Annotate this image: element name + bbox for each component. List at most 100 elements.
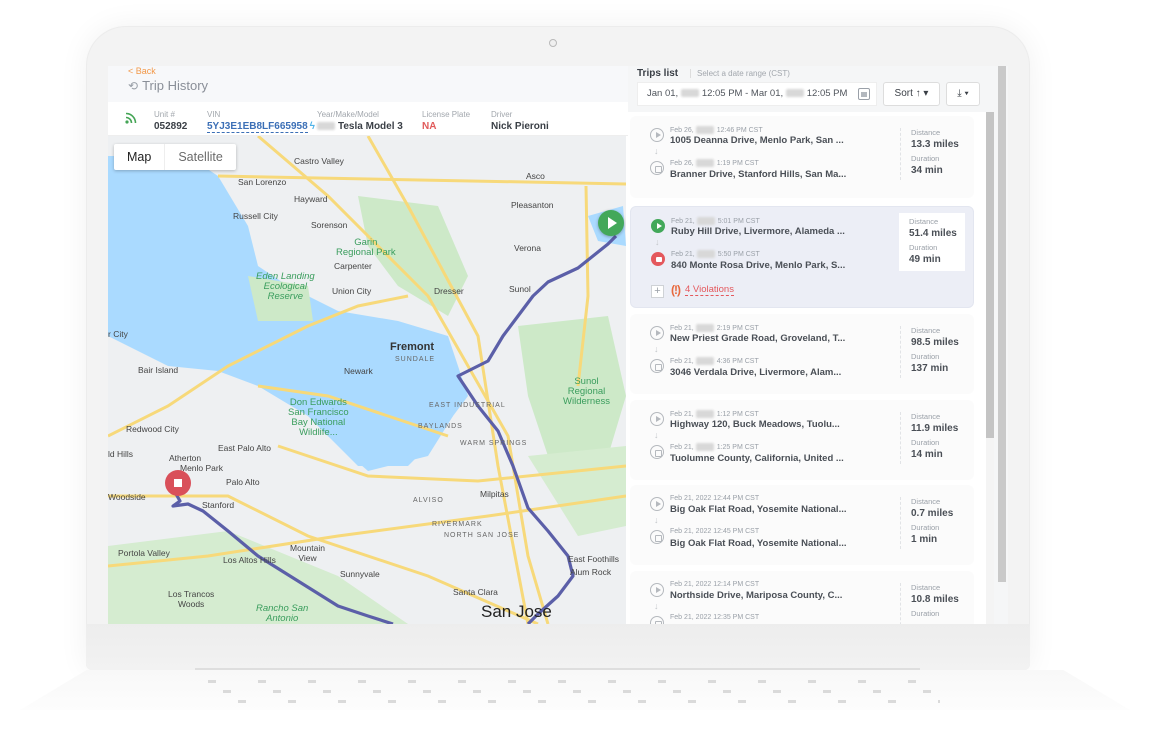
start-timestamp: Feb 21, 2022 12:14 PM CST xyxy=(670,581,760,588)
duration-label: Duration xyxy=(911,352,940,361)
trip-card[interactable]: Feb 21, 2:19 PM CST New Priest Grade Road… xyxy=(630,314,974,394)
duration-label: Duration xyxy=(911,154,940,163)
trip-stats: Distance 13.3 miles Duration 34 min xyxy=(900,128,966,180)
trip-card[interactable]: Feb 21, 5:01 PM CST Ruby Hill Drive, Live… xyxy=(630,206,974,308)
map-label: Newark xyxy=(344,366,373,376)
map-label: Palo Alto xyxy=(226,477,260,487)
trip-stats: Distance 51.4 miles Duration 49 min xyxy=(899,213,965,271)
start-address: Highway 120, Buck Meadows, Tuolu... xyxy=(670,419,840,430)
start-point-icon xyxy=(650,497,664,511)
end-address: Branner Drive, Stanford Hills, San Ma... xyxy=(670,169,847,180)
camera-icon xyxy=(549,39,557,47)
satellite-view-button[interactable]: Satellite xyxy=(164,144,235,170)
violations-link[interactable]: (!) 4 Violations xyxy=(671,283,734,297)
trip-card[interactable]: Feb 21, 2022 12:44 PM CST Big Oak Flat Ro… xyxy=(630,485,974,565)
map-label: BAYLANDS xyxy=(418,423,463,430)
duration-value: 137 min xyxy=(911,363,949,374)
map-label: Los Trancos Woods xyxy=(168,589,215,609)
trip-stats: Distance 10.8 miles Duration xyxy=(900,583,966,624)
map-view-button[interactable]: Map xyxy=(114,144,164,170)
back-link[interactable]: < Back xyxy=(128,66,156,76)
duration-label: Duration xyxy=(911,438,940,447)
map-type-toggle: Map Satellite xyxy=(114,144,236,170)
map-label: Atherton xyxy=(169,453,202,463)
map-label: Asco xyxy=(526,171,545,181)
page-title-text: Trip History xyxy=(142,78,209,93)
trip-end-marker[interactable] xyxy=(165,470,191,496)
trip-card[interactable]: Feb 21, 1:12 PM CST Highway 120, Buck Mea… xyxy=(630,400,974,480)
page-scrollbar[interactable] xyxy=(998,66,1006,582)
end-timestamp: Feb 21, 5:50 PM CST xyxy=(671,250,760,258)
trip-start-marker[interactable] xyxy=(598,210,624,236)
redacted-year xyxy=(695,357,714,365)
unit-value: 052892 xyxy=(154,121,188,132)
end-point-icon xyxy=(650,359,664,373)
date-from-time: 12:05 PM - Mar 01, xyxy=(701,88,784,99)
driver-label: Driver xyxy=(491,110,513,119)
distance-label: Distance xyxy=(911,326,941,335)
duration-value: 49 min xyxy=(909,254,941,265)
end-address: 840 Monte Rosa Drive, Menlo Park, S... xyxy=(671,260,846,271)
distance-value: 0.7 miles xyxy=(911,508,954,519)
page-title: ⟲ Trip History xyxy=(128,78,208,93)
duration-value: 14 min xyxy=(911,449,943,460)
date-range-input[interactable]: Jan 01, 12:05 PM - Mar 01, 12:05 PM xyxy=(637,82,877,106)
map-label: Bair Island xyxy=(138,365,179,375)
sort-button[interactable]: Sort ↑ ▾ xyxy=(883,82,940,106)
trip-stats: Distance 98.5 miles Duration 137 min xyxy=(900,326,966,378)
date-from: Jan 01, xyxy=(647,88,679,99)
distance-label: Distance xyxy=(909,217,939,226)
expand-button[interactable]: + xyxy=(651,285,664,298)
map-label: ld Hills xyxy=(108,449,134,459)
distance-label: Distance xyxy=(911,583,941,592)
map-label: Rancho San Antonio xyxy=(256,603,309,624)
map-label: Menlo Park xyxy=(180,463,223,473)
date-range-hint: Select a date range (CST) xyxy=(690,69,790,78)
map-label: Fremont xyxy=(390,341,434,353)
redacted-year xyxy=(695,410,714,418)
end-point-icon xyxy=(650,530,664,544)
start-address: Northside Drive, Mariposa County, C... xyxy=(670,590,843,601)
map-label: Union City xyxy=(332,286,372,296)
redacted-year xyxy=(317,122,335,131)
vin-field: VIN 5YJ3E1EB8LF665958 ϟ xyxy=(207,110,315,133)
map-label: San Lorenzo xyxy=(238,177,287,187)
start-address: 1005 Deanna Drive, Menlo Park, San ... xyxy=(670,135,844,146)
unit-label: Unit # xyxy=(154,110,175,119)
warning-icon: (!) xyxy=(671,283,681,297)
signal-icon xyxy=(125,112,137,124)
ymm-value: Tesla Model 3 xyxy=(338,121,403,132)
distance-value: 10.8 miles xyxy=(911,594,959,605)
end-point-icon xyxy=(650,445,664,459)
trips-list: Feb 26, 12:46 PM CST 1005 Deanna Drive, M… xyxy=(628,112,994,624)
end-address: 3046 Verdala Drive, Livermore, Alam... xyxy=(670,367,842,378)
map-label: WARM SPRINGS xyxy=(460,440,528,447)
bolt-icon: ϟ xyxy=(309,121,315,132)
map-canvas[interactable]: Map Satellite Castro Valley San Lorenzo … xyxy=(108,136,626,624)
map-label: Sunnyvale xyxy=(340,569,380,579)
duration-value: 1 min xyxy=(911,534,938,545)
trip-stats: Distance 0.7 miles Duration 1 min xyxy=(900,497,966,549)
vin-link[interactable]: 5YJ3E1EB8LF665958 xyxy=(207,121,308,133)
map-label: Hayward xyxy=(294,194,328,204)
end-timestamp: Feb 26, 1:19 PM CST xyxy=(670,159,759,167)
trip-card[interactable]: Feb 21, 2022 12:14 PM CST Northside Drive… xyxy=(630,571,974,624)
map-label: Stanford xyxy=(202,500,235,510)
calendar-icon[interactable] xyxy=(858,88,870,100)
duration-label: Duration xyxy=(909,243,938,252)
map-label: RIVERMARK xyxy=(432,521,483,528)
redacted-year xyxy=(695,126,714,134)
map-label: Milpitas xyxy=(480,489,509,499)
map-label: Santa Clara xyxy=(453,587,498,597)
redacted-year xyxy=(696,250,715,258)
trips-scrollbar[interactable] xyxy=(986,112,994,624)
trips-list-title: Trips list xyxy=(637,68,679,79)
download-button[interactable]: ⤓ ▾ xyxy=(946,82,980,106)
trip-card[interactable]: Feb 26, 12:46 PM CST 1005 Deanna Drive, M… xyxy=(630,116,974,198)
scrollbar-thumb[interactable] xyxy=(986,112,994,438)
vin-label: VIN xyxy=(207,110,221,119)
vehicle-info-bar: Unit # 052892 VIN 5YJ3E1EB8LF665958 ϟ Yea… xyxy=(108,102,628,136)
start-timestamp: Feb 21, 1:12 PM CST xyxy=(670,410,759,418)
keyboard-row xyxy=(220,700,940,730)
start-point-icon xyxy=(650,412,664,426)
